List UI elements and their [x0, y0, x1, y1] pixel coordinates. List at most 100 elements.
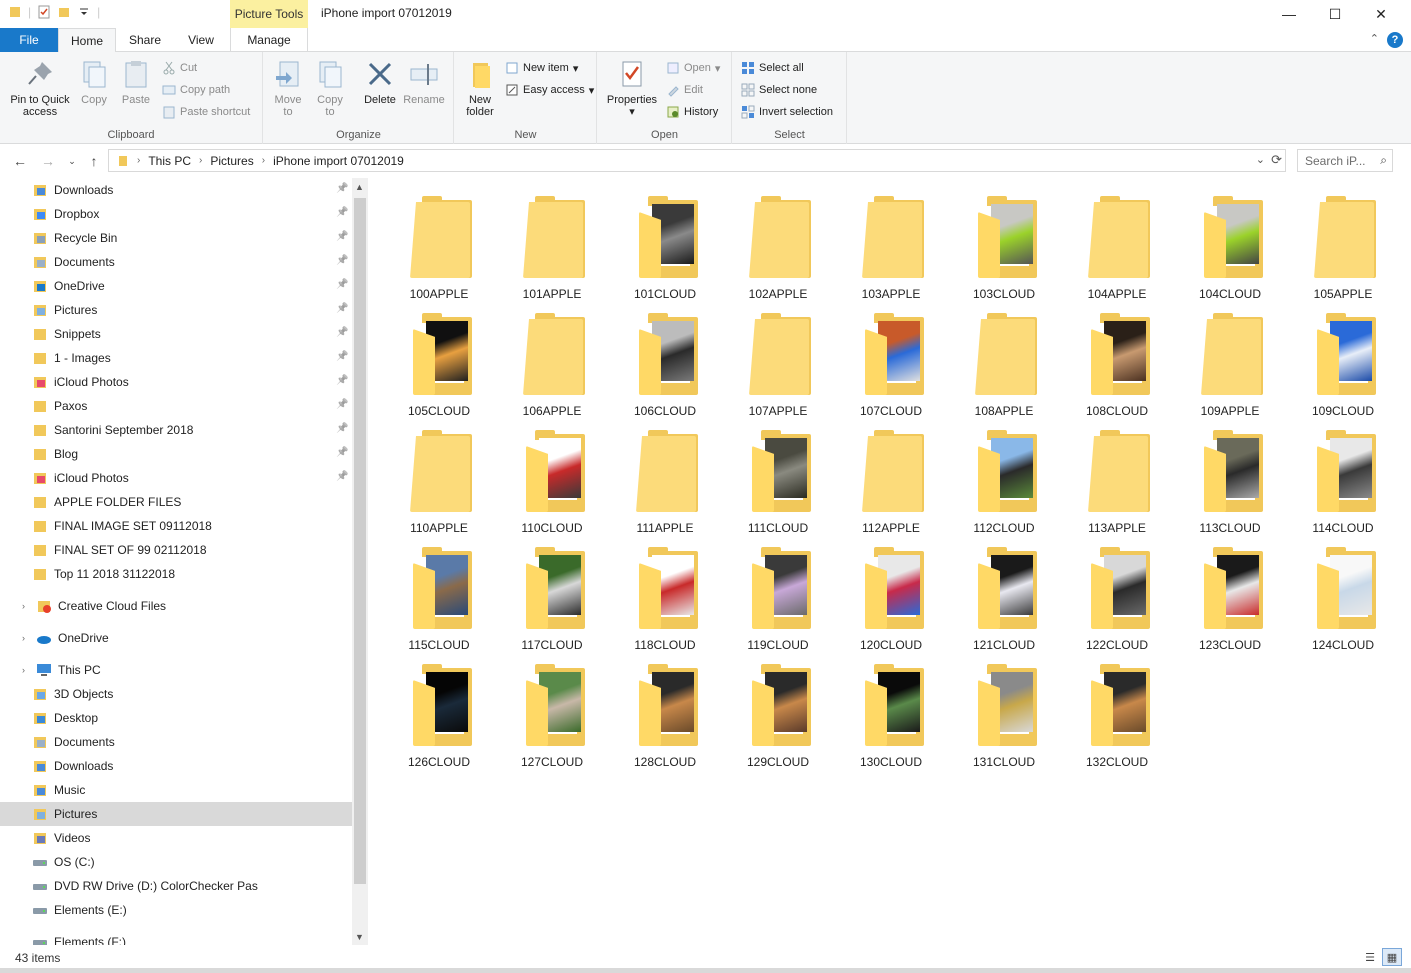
pin-icon[interactable]: 📌 [336, 255, 348, 266]
folder-item[interactable]: 128CLOUD [610, 650, 720, 769]
maximize-button[interactable]: ☐ [1312, 0, 1358, 28]
folder-item[interactable]: 101APPLE [497, 182, 607, 301]
folder-item[interactable]: 110APPLE [384, 416, 494, 535]
properties-button[interactable]: Properties ▾ [604, 58, 660, 118]
pin-icon[interactable]: 📌 [336, 399, 348, 410]
pin-icon[interactable]: 📌 [336, 447, 348, 458]
close-button[interactable]: ✕ [1358, 0, 1404, 28]
folder-item[interactable]: 113APPLE [1062, 416, 1172, 535]
folder-item[interactable]: 103APPLE [836, 182, 946, 301]
nav-item-quick-access[interactable]: APPLE FOLDER FILES [0, 490, 352, 514]
folder-item[interactable]: 101CLOUD [610, 182, 720, 301]
pin-icon[interactable]: 📌 [336, 231, 348, 242]
pin-icon[interactable]: 📌 [336, 183, 348, 194]
nav-item-this-pc-child[interactable]: Elements (F:) [0, 930, 352, 945]
folder-item[interactable]: 132CLOUD [1062, 650, 1172, 769]
folder-item[interactable]: 110CLOUD [497, 416, 607, 535]
nav-item-quick-access[interactable]: Documents 📌 [0, 250, 352, 274]
folder-item[interactable]: 113CLOUD [1175, 416, 1285, 535]
search-box[interactable]: Search iP... ⌕ [1297, 149, 1393, 172]
folder-item[interactable]: 107CLOUD [836, 299, 946, 418]
nav-item-this-pc-child[interactable]: OS (C:) [0, 850, 352, 874]
paste-button[interactable]: Paste [118, 58, 154, 106]
copy-button[interactable]: Copy [76, 58, 112, 106]
nav-item-quick-access[interactable]: FINAL SET OF 99 02112018 [0, 538, 352, 562]
folder-item[interactable]: 124CLOUD [1288, 533, 1398, 652]
folder-item[interactable]: 106APPLE [497, 299, 607, 418]
nav-item-quick-access[interactable]: Blog 📌 [0, 442, 352, 466]
cut-button[interactable]: Cut [162, 58, 197, 78]
pin-icon[interactable]: 📌 [336, 423, 348, 434]
folder-item[interactable]: 126CLOUD [384, 650, 494, 769]
folder-item[interactable]: 105CLOUD [384, 299, 494, 418]
folder-item[interactable]: 105APPLE [1288, 182, 1398, 301]
select-all-button[interactable]: Select all [741, 58, 804, 78]
folder-item[interactable]: 119CLOUD [723, 533, 833, 652]
nav-item-this-pc-child[interactable]: 3D Objects [0, 682, 352, 706]
nav-item-onedrive[interactable]: › OneDrive [0, 626, 352, 650]
folder-item[interactable]: 102APPLE [723, 182, 833, 301]
folder-item[interactable]: 108APPLE [949, 299, 1059, 418]
folder-item[interactable]: 107APPLE [723, 299, 833, 418]
nav-item-quick-access[interactable]: 1 - Images 📌 [0, 346, 352, 370]
nav-item-quick-access[interactable]: iCloud Photos 📌 [0, 370, 352, 394]
move-to-button[interactable]: Move to [270, 58, 306, 118]
nav-item-this-pc-child[interactable]: DVD RW Drive (D:) ColorChecker Pas [0, 874, 352, 898]
new-folder-button[interactable]: New folder [459, 58, 501, 118]
chevron-right-icon[interactable]: › [22, 665, 32, 675]
folder-item[interactable]: 127CLOUD [497, 650, 607, 769]
folder-item[interactable]: 109APPLE [1175, 299, 1285, 418]
nav-pane-scrollbar[interactable]: ▲ ▼ [352, 178, 368, 945]
pin-to-quick-access-button[interactable]: Pin to Quick access [4, 58, 76, 118]
pin-icon[interactable]: 📌 [336, 303, 348, 314]
folder-item[interactable]: 103CLOUD [949, 182, 1059, 301]
folder-item[interactable]: 122CLOUD [1062, 533, 1172, 652]
folder-item[interactable]: 111CLOUD [723, 416, 833, 535]
folder-item[interactable]: 111APPLE [610, 416, 720, 535]
folder-item[interactable]: 104APPLE [1062, 182, 1172, 301]
nav-item-quick-access[interactable]: FINAL IMAGE SET 09112018 [0, 514, 352, 538]
nav-item-quick-access[interactable]: Pictures 📌 [0, 298, 352, 322]
nav-item-quick-access[interactable]: iCloud Photos 📌 [0, 466, 352, 490]
folder-item[interactable]: 118CLOUD [610, 533, 720, 652]
scroll-up-icon[interactable]: ▲ [355, 182, 364, 192]
tab-home[interactable]: Home [58, 28, 116, 53]
pin-icon[interactable]: 📌 [336, 351, 348, 362]
customize-dropdown-icon[interactable] [77, 5, 91, 19]
folder-item[interactable]: 112CLOUD [949, 416, 1059, 535]
delete-button[interactable]: Delete [360, 58, 400, 106]
paste-shortcut-button[interactable]: Paste shortcut [162, 102, 250, 122]
nav-item-this-pc-child[interactable]: Desktop [0, 706, 352, 730]
open-button[interactable]: Open ▾ [666, 58, 720, 78]
chevron-right-icon[interactable]: › [22, 633, 32, 643]
scroll-down-icon[interactable]: ▼ [355, 932, 364, 942]
forward-button[interactable]: → [38, 151, 58, 171]
breadcrumb-pictures[interactable]: Pictures [210, 154, 253, 168]
nav-item-this-pc[interactable]: › This PC [0, 658, 352, 682]
folder-item[interactable]: 120CLOUD [836, 533, 946, 652]
details-view-button[interactable]: ☰ [1360, 948, 1380, 966]
nav-item-this-pc-child[interactable]: Elements (E:) [0, 898, 352, 922]
folder-item[interactable]: 131CLOUD [949, 650, 1059, 769]
nav-item-this-pc-child[interactable]: Documents [0, 730, 352, 754]
help-icon[interactable]: ? [1387, 32, 1403, 48]
address-bar[interactable]: › This PC › Pictures › iPhone import 070… [108, 149, 1286, 172]
pin-icon[interactable]: 📌 [336, 327, 348, 338]
invert-selection-button[interactable]: Invert selection [741, 102, 833, 122]
nav-item-quick-access[interactable]: Santorini September 2018 📌 [0, 418, 352, 442]
nav-item-quick-access[interactable]: Downloads 📌 [0, 178, 352, 202]
edit-button[interactable]: Edit [666, 80, 703, 100]
tab-view[interactable]: View [174, 28, 228, 52]
folder-item[interactable]: 112APPLE [836, 416, 946, 535]
folder-item[interactable]: 123CLOUD [1175, 533, 1285, 652]
nav-item-quick-access[interactable]: Dropbox 📌 [0, 202, 352, 226]
breadcrumb-this-pc[interactable]: This PC [148, 154, 191, 168]
folder-item[interactable]: 104CLOUD [1175, 182, 1285, 301]
folder-item[interactable]: 106CLOUD [610, 299, 720, 418]
properties-icon[interactable] [37, 5, 51, 19]
folder-item[interactable]: 121CLOUD [949, 533, 1059, 652]
large-icons-view-button[interactable]: ▦ [1382, 948, 1402, 966]
folder-item[interactable]: 100APPLE [384, 182, 494, 301]
new-item-button[interactable]: New item ▾ [505, 58, 578, 78]
folder-item[interactable]: 129CLOUD [723, 650, 833, 769]
